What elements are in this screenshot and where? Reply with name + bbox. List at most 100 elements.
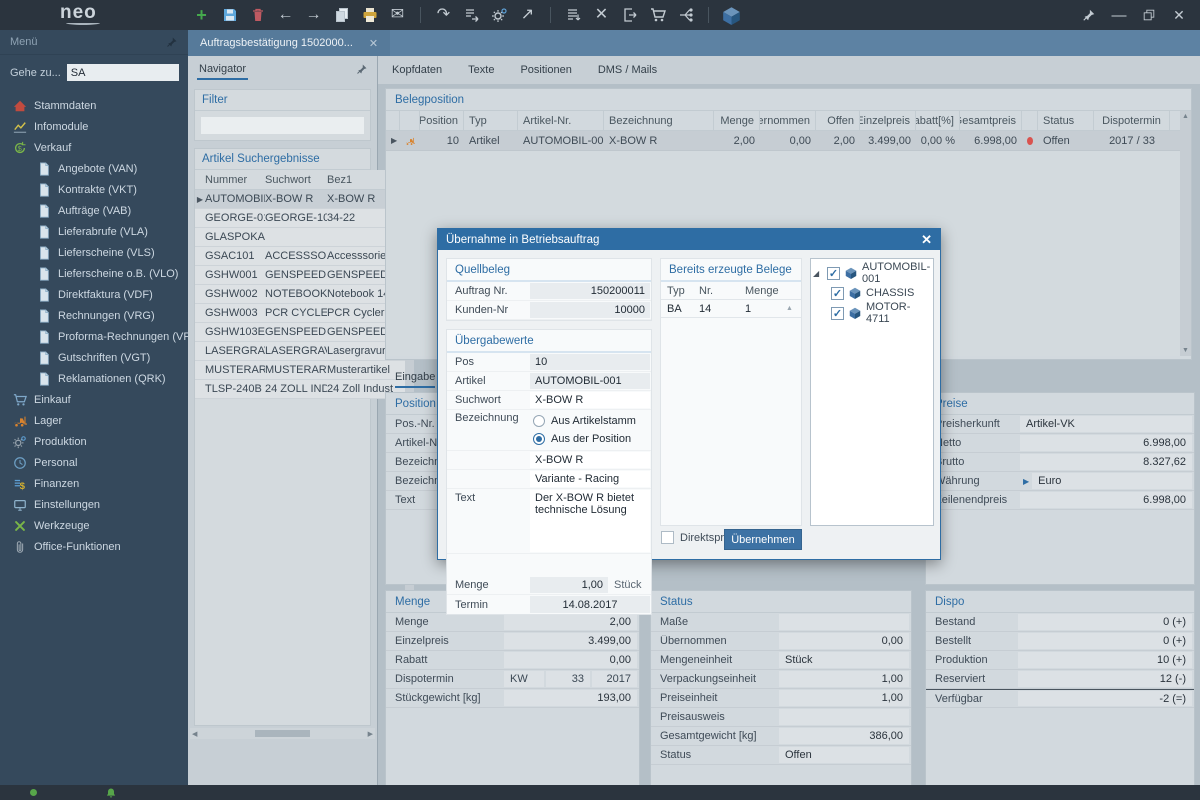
send-document-icon[interactable]: [462, 6, 481, 25]
sidebar-item-rechnungen[interactable]: Rechnungen (VRG): [0, 305, 188, 326]
row-expander-icon[interactable]: ▶: [386, 131, 400, 150]
col-einzelpreis[interactable]: Einzelpreis: [860, 111, 916, 130]
cancel-icon[interactable]: ✕: [592, 6, 611, 25]
goto-input[interactable]: [67, 64, 179, 81]
result-row[interactable]: GSHW002NOTEBOOK 14" GSNotebook 14": [195, 285, 405, 304]
sidebar-item-einstellungen[interactable]: Einstellungen: [0, 494, 188, 515]
sidebar-item-einkauf[interactable]: Einkauf: [0, 389, 188, 410]
close-icon[interactable]: ✕: [1172, 8, 1186, 22]
field-value[interactable]: 2,00: [504, 614, 637, 630]
result-row[interactable]: ▶AUTOMOBIL-001X-BOW RX-BOW R: [195, 190, 405, 209]
sidebar-item-proforma[interactable]: Proforma-Rechnungen (VPR): [0, 326, 188, 347]
result-row[interactable]: LASERGRAVURLASERGRAVUR AUFLasergravur au: [195, 342, 405, 361]
add-icon[interactable]: +: [192, 6, 211, 25]
field-value[interactable]: Offen: [779, 747, 909, 763]
col-bezeichnung[interactable]: Bezeichnung: [604, 111, 714, 130]
sidebar-item-lieferabrufe[interactable]: Lieferabrufe (VLA): [0, 221, 188, 242]
field-value[interactable]: -2 (=): [1018, 691, 1192, 706]
termin-field[interactable]: 14.08.2017: [530, 596, 650, 613]
field-value[interactable]: 3.499,00: [504, 633, 637, 649]
tree-expander-icon[interactable]: ◢: [813, 269, 822, 278]
sidebar-item-gutschriften[interactable]: Gutschriften (VGT): [0, 347, 188, 368]
result-row[interactable]: GEORGE-01GEORGE-10 34-2234-22: [195, 209, 405, 228]
result-row[interactable]: GSAC101ACCESSSORIES FORAccesssories f: [195, 247, 405, 266]
result-row[interactable]: GSHW003PCR CYCLER 96X FCPCR Cycler 96x: [195, 304, 405, 323]
sidebar-item-kontrakte[interactable]: Kontrakte (VKT): [0, 179, 188, 200]
result-row[interactable]: GSHW001GENSPEED R2 ANAGENSPEED R2: [195, 266, 405, 285]
field-value[interactable]: 0,00: [504, 652, 637, 668]
navigator-horizontal-scrollbar[interactable]: ◀▶: [190, 728, 375, 739]
sidebar-pin-icon[interactable]: [166, 36, 178, 48]
grid-vertical-scrollbar[interactable]: ▲▼: [1180, 111, 1191, 356]
col-artikel-nr[interactable]: Artikel-Nr.: [518, 111, 604, 130]
radio-aus-artikelstamm[interactable]: Aus Artikelstamm: [529, 412, 651, 430]
dialog-close-icon[interactable]: ✕: [921, 232, 932, 248]
sidebar-item-office-funktionen[interactable]: Office-Funktionen: [0, 536, 188, 557]
result-row[interactable]: GSHW103ENGENSPEED R2 STARGENSPEED R2: [195, 323, 405, 342]
field-value[interactable]: 12 (-): [1018, 671, 1192, 687]
export-list-icon[interactable]: [564, 6, 583, 25]
result-row[interactable]: MUSTERARTIKELMUSTERARTIKELMusterartikel: [195, 361, 405, 380]
belegposition-row[interactable]: ▶ 10 Artikel AUTOMOBIL-001 X-BOW R 2,00 …: [386, 131, 1180, 151]
radio-aus-der-position[interactable]: Aus der Position: [529, 430, 651, 448]
sidebar-item-direktfaktura[interactable]: Direktfaktura (VDF): [0, 284, 188, 305]
field-value[interactable]: 0 (+): [1018, 633, 1192, 649]
filter-input[interactable]: [201, 117, 364, 134]
navigate-back-icon[interactable]: ←: [276, 6, 295, 25]
save-icon[interactable]: [220, 6, 239, 25]
auftrag-nr-field[interactable]: 150200011: [530, 283, 650, 299]
tab-positionen[interactable]: Positionen: [520, 64, 571, 76]
pin-window-icon[interactable]: [1082, 8, 1096, 22]
field-value[interactable]: [779, 614, 909, 630]
dispotermin-week[interactable]: 33: [546, 671, 590, 687]
navigate-forward-icon[interactable]: →: [304, 6, 323, 25]
field-value[interactable]: 1,00: [779, 671, 909, 687]
col-uebernommen[interactable]: Übernommen: [760, 111, 816, 130]
field-value[interactable]: 10 (+): [1018, 652, 1192, 668]
col-nummer[interactable]: Nummer: [205, 174, 265, 186]
col-menge[interactable]: Menge: [714, 111, 760, 130]
sidebar-item-personal[interactable]: Personal: [0, 452, 188, 473]
tree-node-child[interactable]: ✓ CHASSIS: [813, 283, 931, 303]
field-value[interactable]: 193,00: [504, 690, 637, 706]
pos-field[interactable]: 10: [530, 354, 650, 370]
col-offen[interactable]: Offen: [816, 111, 860, 130]
col-rabatt[interactable]: Rabatt[%]: [916, 111, 960, 130]
field-value[interactable]: 0 (+): [1018, 614, 1192, 630]
mail-icon[interactable]: ✉: [388, 6, 407, 25]
tree-node-child[interactable]: ✓ MOTOR-4711: [813, 303, 931, 323]
bezeichnung-field[interactable]: X-BOW R: [530, 452, 650, 468]
forward-icon[interactable]: ↷: [434, 6, 453, 25]
sidebar-item-lager[interactable]: Lager: [0, 410, 188, 431]
bezeichnung2-field[interactable]: Variante - Racing: [530, 471, 650, 487]
field-value[interactable]: 1,00: [779, 690, 909, 706]
sidebar-item-produktion[interactable]: Produktion: [0, 431, 188, 452]
field-value[interactable]: 0,00: [779, 633, 909, 649]
package-icon[interactable]: [722, 6, 741, 25]
result-row[interactable]: TLSP-240B24 ZOLL INDUSTRIE24 Zoll Indust: [195, 380, 405, 399]
belege-row[interactable]: BA 14 1 ▲: [661, 300, 801, 318]
quick-jump-icon[interactable]: ↗: [518, 6, 537, 25]
sidebar-item-finanzen[interactable]: Finanzen: [0, 473, 188, 494]
kunden-nr-field[interactable]: 10000: [530, 302, 650, 318]
restore-icon[interactable]: [1142, 8, 1156, 22]
process-transfer-icon[interactable]: [490, 6, 509, 25]
col-gesamtpreis[interactable]: Gesamtpreis: [960, 111, 1022, 130]
tab-navigator[interactable]: Navigator: [197, 59, 248, 80]
dispotermin-year[interactable]: 2017: [592, 671, 637, 687]
dispotermin-kw[interactable]: KW: [504, 671, 544, 687]
col-dispotermin[interactable]: Dispotermin: [1094, 111, 1170, 130]
field-value[interactable]: 6.998,00: [1020, 435, 1192, 451]
col-typ[interactable]: Typ: [464, 111, 518, 130]
minimize-icon[interactable]: —: [1112, 8, 1126, 22]
copy-document-icon[interactable]: [332, 6, 351, 25]
field-value[interactable]: 8.327,62: [1020, 454, 1192, 470]
distribute-icon[interactable]: [676, 6, 695, 25]
shopping-cart-icon[interactable]: [648, 6, 667, 25]
checkbox-checked-icon[interactable]: ✓: [827, 267, 840, 280]
belege-scroll-up-icon[interactable]: ▲: [785, 305, 794, 312]
tab-dms-mails[interactable]: DMS / Mails: [598, 64, 657, 76]
field-value[interactable]: Euro: [1032, 473, 1192, 489]
sidebar-item-lieferscheine-ob[interactable]: Lieferscheine o.B. (VLO): [0, 263, 188, 284]
tree-node-root[interactable]: ◢ ✓ AUTOMOBIL-001: [813, 263, 931, 283]
